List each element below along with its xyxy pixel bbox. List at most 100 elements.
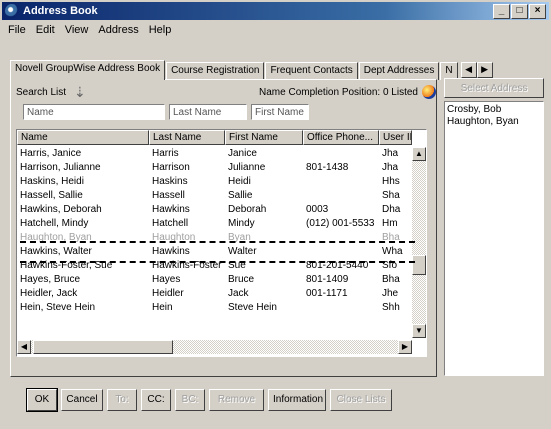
cell-office-phone: [303, 189, 379, 203]
cell-user-id: Jha: [382, 162, 399, 173]
selected-addresses-list[interactable]: Crosby, Bob Haughton, Byan: [444, 101, 544, 376]
table-row[interactable]: Harrison, Julianne Harrison Julianne 801-14…: [17, 161, 412, 175]
table-row[interactable]: Harris, Janice Harris Janice Jha: [17, 147, 412, 161]
information-button[interactable]: Information: [268, 389, 326, 411]
cell-name: Harris, Janice: [20, 148, 82, 159]
column-header-office-phone[interactable]: Office Phone...: [303, 130, 379, 145]
dashed-highlight-top: [20, 241, 415, 243]
cell-office-phone: [303, 175, 379, 189]
cell-name: Hawkins, Deborah: [20, 204, 102, 215]
last-name-filter-field[interactable]: Last Name: [169, 104, 247, 120]
filter-fields: Name Last Name First Name: [23, 104, 309, 120]
table-row[interactable]: Hayes, Bruce Hayes Bruce 801-1409 Bha: [17, 273, 412, 287]
cell-user-id: Dha: [382, 204, 401, 215]
to-button[interactable]: To:: [107, 389, 137, 411]
table-row[interactable]: Hassell, Sallie Hassell Sallie Sha: [17, 189, 412, 203]
cell-last-name: Harrison: [152, 162, 190, 173]
search-filter-icon[interactable]: ⇣: [74, 84, 86, 101]
cell-user-id: Hhs: [382, 176, 400, 187]
cell-office-phone: (012) 001-5533: [306, 218, 375, 229]
table-row[interactable]: Hatchell, Mindy Hatchell Mindy (012) 001-55…: [17, 217, 412, 231]
column-header-first-name[interactable]: First Name: [225, 130, 303, 145]
globe-icon[interactable]: [422, 85, 436, 99]
close-button[interactable]: ×: [529, 4, 546, 19]
cell-name: Hawkins, Walter: [20, 246, 92, 257]
first-name-filter-field[interactable]: First Name: [251, 104, 309, 120]
scroll-up-icon[interactable]: ▲: [412, 147, 426, 161]
cell-first-name: Walter: [228, 246, 257, 257]
tab-novell-groupwise-address-book[interactable]: Novell GroupWise Address Book: [10, 60, 166, 80]
tab-strip: Novell GroupWise Address Book Course Reg…: [10, 60, 493, 80]
horizontal-scroll-thumb[interactable]: [33, 340, 173, 354]
search-row: Search List ⇣ Name Completion Position: …: [16, 84, 436, 100]
horizontal-scrollbar[interactable]: ◀ ▶: [17, 340, 412, 354]
cell-user-id: Shh: [382, 302, 400, 313]
table-row[interactable]: Hein, Steve Hein Hein Steve Hein Shh: [17, 301, 412, 315]
address-list[interactable]: Name Last Name First Name Office Phone..…: [16, 129, 427, 357]
cell-first-name: Sallie: [228, 190, 253, 201]
cell-office-phone: [303, 147, 379, 161]
bc-button[interactable]: BC:: [175, 389, 205, 411]
name-filter-field[interactable]: Name: [23, 104, 165, 120]
cell-last-name: Hassell: [152, 190, 185, 201]
tab-scroll-right-icon[interactable]: ▶: [476, 62, 493, 78]
cell-first-name: Julianne: [228, 162, 266, 173]
cell-first-name: Janice: [228, 148, 257, 159]
cell-last-name: Hein: [152, 302, 173, 313]
cell-first-name: Steve Hein: [228, 302, 277, 313]
selected-address-item[interactable]: Crosby, Bob: [447, 104, 541, 116]
cell-name: Hatchell, Mindy: [20, 218, 89, 229]
menu-address[interactable]: Address: [98, 24, 138, 36]
address-book-icon: [5, 4, 19, 18]
table-row[interactable]: Heidler, Jack Heidler Jack 001-1171 Jhe: [17, 287, 412, 301]
cell-office-phone: [303, 301, 379, 315]
scroll-down-icon[interactable]: ▼: [412, 324, 426, 338]
select-address-button[interactable]: Select Address: [444, 78, 544, 98]
menu-file[interactable]: File: [8, 24, 26, 36]
cell-name: Heidler, Jack: [20, 288, 78, 299]
tab-scroll-left-icon[interactable]: ◀: [460, 62, 477, 78]
menu-edit[interactable]: Edit: [36, 24, 55, 36]
close-lists-button[interactable]: Close Lists: [330, 389, 392, 411]
minimize-button[interactable]: _: [493, 4, 510, 19]
column-header-user-id[interactable]: User ID: [379, 130, 412, 145]
list-header: Name Last Name First Name Office Phone..…: [17, 130, 412, 146]
table-row[interactable]: Haskins, Heidi Haskins Heidi Hhs: [17, 175, 412, 189]
cell-office-phone: 001-1171: [306, 288, 348, 299]
cell-office-phone: 801-1438: [306, 162, 349, 173]
column-header-name[interactable]: Name: [17, 130, 149, 145]
cell-name: Hein, Steve Hein: [20, 302, 96, 313]
tab-dept-addresses[interactable]: Dept Addresses: [358, 62, 440, 80]
cell-name: Haskins, Heidi: [20, 176, 84, 187]
menu-help[interactable]: Help: [149, 24, 172, 36]
ok-button[interactable]: OK: [26, 388, 58, 412]
cell-office-phone: 801-1409: [306, 274, 349, 285]
cell-last-name: Heidler: [152, 288, 184, 299]
list-rows: Harris, Janice Harris Janice Jha Harrison, J…: [17, 147, 412, 315]
column-header-last-name[interactable]: Last Name: [149, 130, 225, 145]
cell-name: Hassell, Sallie: [20, 190, 83, 201]
scroll-left-icon[interactable]: ◀: [17, 340, 31, 354]
cell-first-name: Jack: [228, 288, 249, 299]
cell-last-name: Hawkins: [152, 204, 190, 215]
title-bar[interactable]: Address Book _ □ ×: [2, 2, 549, 20]
remove-button[interactable]: Remove: [209, 389, 264, 411]
dashed-highlight-bottom: [20, 261, 415, 263]
cell-office-phone: 0003: [306, 204, 329, 215]
table-row[interactable]: Hawkins, Walter Hawkins Walter Wha: [17, 245, 412, 259]
cell-user-id: Sha: [382, 190, 400, 201]
name-completion-label: Name Completion Position: 0 Listed: [259, 86, 418, 98]
selected-address-item[interactable]: Haughton, Byan: [447, 116, 541, 128]
menu-bar: File Edit View Address Help: [2, 21, 171, 39]
table-row[interactable]: Hawkins, Deborah Hawkins Deborah 0003 Dha: [17, 203, 412, 217]
cell-user-id: Bha: [382, 274, 400, 285]
tab-course-registration[interactable]: Course Registration: [166, 62, 265, 80]
cc-button[interactable]: CC:: [141, 389, 171, 411]
tab-frequent-contacts[interactable]: Frequent Contacts: [265, 62, 358, 80]
cancel-button[interactable]: Cancel: [61, 389, 103, 411]
scroll-right-icon[interactable]: ▶: [398, 340, 412, 354]
vertical-scroll-thumb[interactable]: [412, 255, 426, 275]
maximize-button[interactable]: □: [511, 4, 528, 19]
cell-user-id: Jha: [382, 148, 399, 159]
menu-view[interactable]: View: [65, 24, 89, 36]
